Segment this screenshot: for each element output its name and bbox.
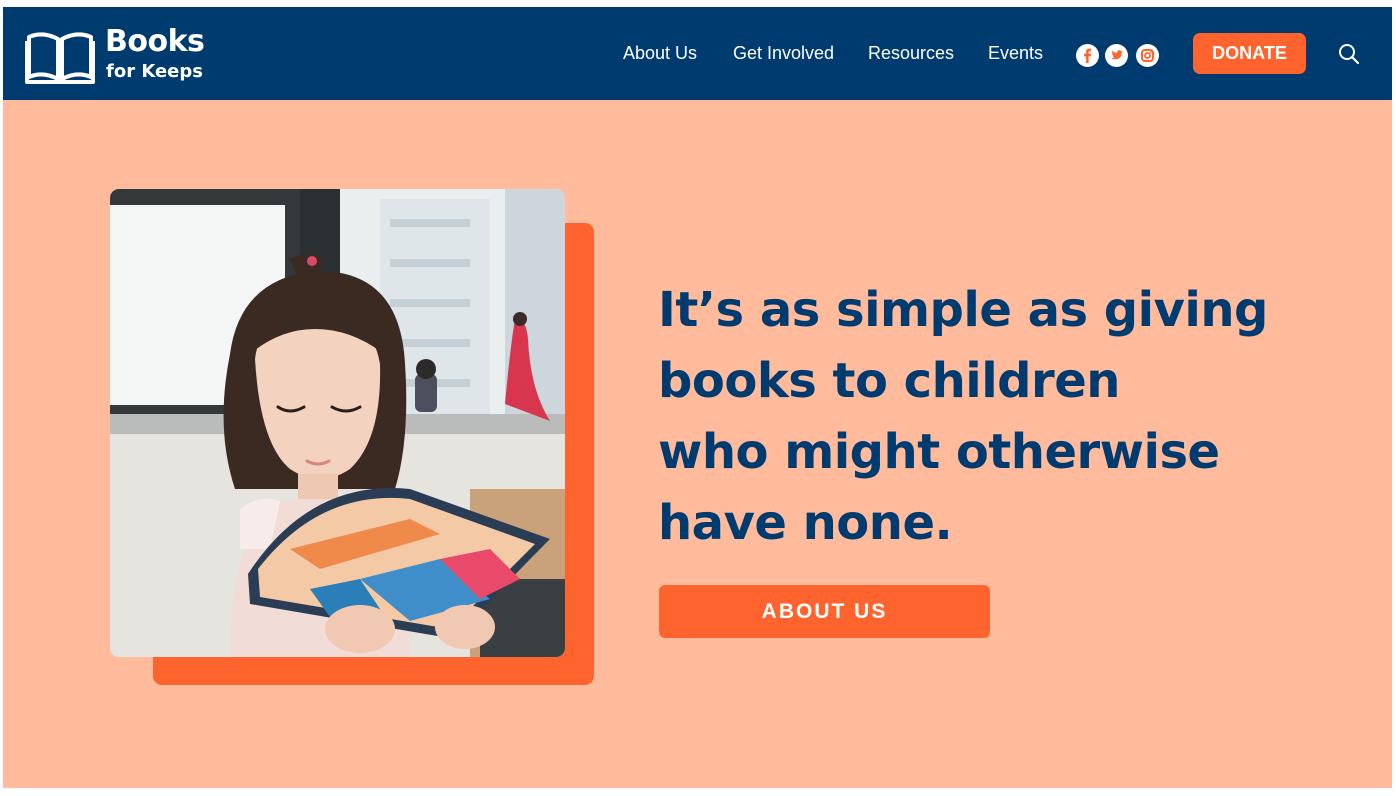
open-book-icon [25,32,95,84]
page-frame: Books for Keeps About Us Get Involved Re… [3,7,1392,788]
facebook-glyph [1084,48,1092,63]
headline-line-3: who might otherwise [658,424,1220,480]
girl-reading-illustration [110,189,565,657]
headline-line-1: It’s as simple as giving [658,282,1268,338]
hero-photo [110,189,565,657]
twitter-icon[interactable] [1105,44,1128,67]
nav-events[interactable]: Events [988,43,1043,64]
site-logo[interactable]: Books for Keeps [25,24,205,85]
site-header: Books for Keeps About Us Get Involved Re… [3,7,1392,100]
twitter-glyph [1111,50,1123,60]
logo-subtitle: for Keeps [106,61,203,82]
logo-title: Books [105,24,205,59]
search-icon[interactable] [1337,42,1361,66]
nav-get-involved[interactable]: Get Involved [733,43,834,64]
donate-button[interactable]: DONATE [1193,33,1306,74]
headline-line-2: books to children [658,353,1120,409]
headline-line-4: have none. [658,495,953,551]
nav-about-us[interactable]: About Us [623,43,697,64]
about-us-cta-button[interactable]: ABOUT US [659,585,990,638]
instagram-glyph [1141,49,1154,62]
facebook-icon[interactable] [1076,44,1099,67]
nav-resources[interactable]: Resources [868,43,954,64]
instagram-icon[interactable] [1136,44,1159,67]
hero-headline: It’s as simple as giving books to childr… [658,275,1298,559]
